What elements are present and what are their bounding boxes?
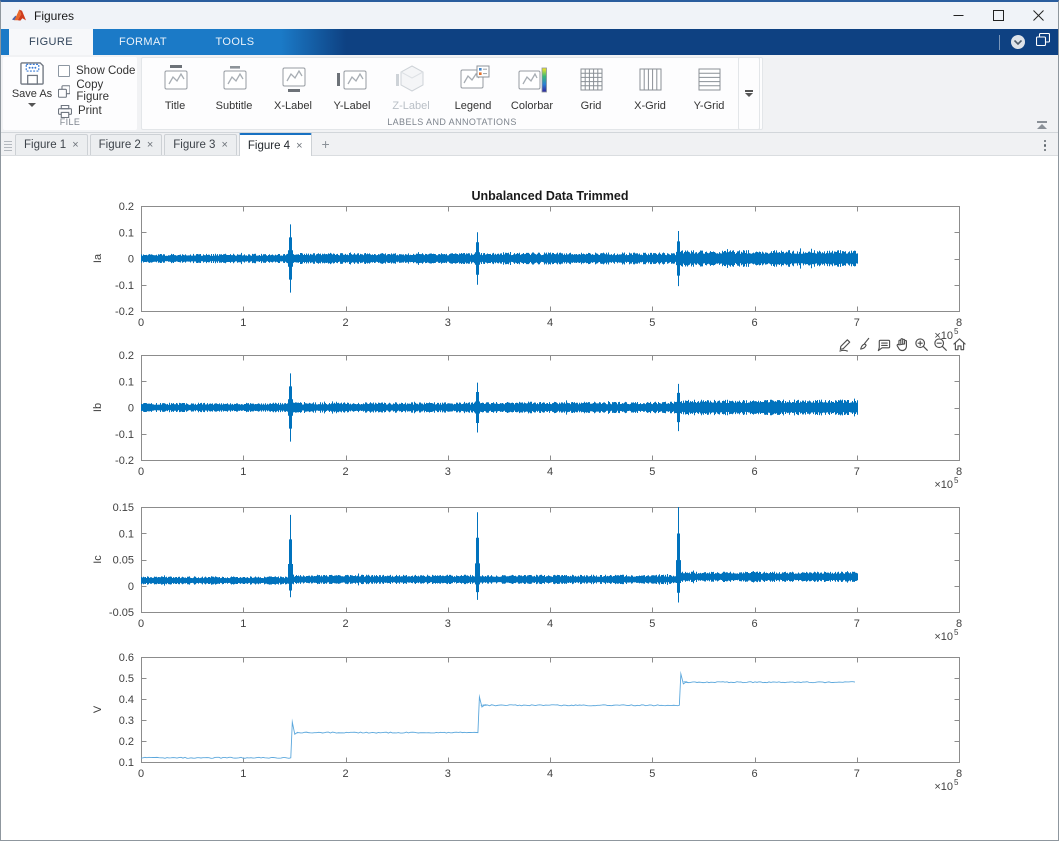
minimize-button[interactable] xyxy=(938,2,978,29)
brush-icon[interactable] xyxy=(856,336,873,353)
save-as-button[interactable]: Save As xyxy=(10,61,54,117)
subplot-v[interactable] xyxy=(81,649,981,794)
grid-button[interactable]: Grid xyxy=(562,62,620,122)
ribbon-help-chevron-icon[interactable] xyxy=(1011,35,1025,49)
x-grid-icon xyxy=(632,62,668,96)
print-label: Print xyxy=(78,105,102,117)
close-button[interactable] xyxy=(1018,2,1058,29)
add-figure-tab-button[interactable]: + xyxy=(322,136,330,152)
save-as-label: Save As xyxy=(12,88,52,100)
save-icon xyxy=(19,61,46,86)
tab-close-icon[interactable]: × xyxy=(296,140,302,152)
subplot-ib[interactable] xyxy=(81,347,981,492)
matlab-logo-icon xyxy=(11,8,27,23)
x-grid-button[interactable]: X-Grid xyxy=(621,62,679,122)
tab-close-icon[interactable]: × xyxy=(72,139,78,151)
y-grid-button[interactable]: Y-Grid xyxy=(680,62,738,122)
labels-section-label: LABELS AND ANNOTATIONS xyxy=(142,117,762,127)
title-button[interactable]: Title xyxy=(146,62,204,122)
show-code-checkbox[interactable] xyxy=(58,65,70,77)
chevron-down-icon xyxy=(745,90,753,97)
subplot-ia[interactable] xyxy=(81,198,981,343)
z-label-button: Z-Label xyxy=(382,62,440,122)
maximize-button[interactable] xyxy=(978,2,1018,29)
show-code-label: Show Code xyxy=(76,65,135,77)
print-icon xyxy=(58,105,72,118)
tab-overflow-menu[interactable] xyxy=(1044,140,1047,152)
pan-icon[interactable] xyxy=(894,336,911,353)
ribbon-tab-figure[interactable]: FIGURE xyxy=(9,29,93,55)
data-tips-icon[interactable] xyxy=(875,336,892,353)
tab-figure-2[interactable]: Figure 2 × xyxy=(90,134,163,155)
strip-separator xyxy=(999,35,1000,50)
tab-figure-4[interactable]: Figure 4 × xyxy=(239,133,312,156)
copy-figure-label: Copy Figure xyxy=(76,79,136,103)
show-code-toggle[interactable]: Show Code xyxy=(58,63,136,79)
copy-figure-button[interactable]: Copy Figure xyxy=(58,83,136,99)
x-label-button[interactable]: X-Label xyxy=(264,62,322,122)
z-label-icon xyxy=(393,62,429,96)
restore-view-icon[interactable] xyxy=(951,336,968,353)
labels-annotations-section: Title Subtitle X-Label Y-L xyxy=(141,57,763,130)
tab-grip-handle[interactable] xyxy=(4,141,12,151)
grid-icon xyxy=(573,62,609,96)
colorbar-button[interactable]: Colorbar xyxy=(503,62,561,122)
pop-out-icon[interactable] xyxy=(1036,33,1050,51)
ribbon-body: Save As Show Code Copy Figure xyxy=(1,55,1058,133)
y-grid-icon xyxy=(691,62,727,96)
figure-tab-bar: Figure 1 × Figure 2 × Figure 3 × Figure … xyxy=(1,133,1058,156)
copy-icon xyxy=(58,85,70,98)
window-titlebar: Figures xyxy=(1,2,1058,29)
labels-overflow-button[interactable] xyxy=(738,57,760,130)
zoom-in-icon[interactable] xyxy=(913,336,930,353)
subplot-ic[interactable] xyxy=(81,499,981,644)
x-label-icon xyxy=(275,62,311,96)
title-icon xyxy=(157,62,193,96)
tab-close-icon[interactable]: × xyxy=(147,139,153,151)
zoom-out-icon[interactable] xyxy=(932,336,949,353)
tab-figure-1[interactable]: Figure 1 × xyxy=(15,134,88,155)
axes-toolbar xyxy=(837,336,968,353)
subtitle-button[interactable]: Subtitle xyxy=(205,62,263,122)
figure-canvas-area: Unbalanced Data Trimmed xyxy=(1,156,1058,841)
save-as-dropdown-caret-icon[interactable] xyxy=(28,103,36,107)
colorbar-icon xyxy=(514,62,550,96)
tab-close-icon[interactable]: × xyxy=(221,139,227,151)
export-icon[interactable] xyxy=(837,336,854,353)
file-section-label: FILE xyxy=(4,117,136,127)
y-label-button[interactable]: Y-Label xyxy=(323,62,381,122)
y-label-icon xyxy=(334,62,370,96)
ribbon-tab-format[interactable]: FORMAT xyxy=(101,29,185,55)
subtitle-icon xyxy=(216,62,252,96)
legend-icon xyxy=(455,62,491,96)
window-title: Figures xyxy=(34,9,74,23)
collapse-ribbon-button[interactable] xyxy=(1034,121,1050,129)
tab-figure-3[interactable]: Figure 3 × xyxy=(164,134,237,155)
legend-button[interactable]: Legend xyxy=(444,62,502,122)
file-section: Save As Show Code Copy Figure xyxy=(3,57,137,130)
ribbon-tab-tools[interactable]: TOOLS xyxy=(193,29,277,55)
ribbon-tab-strip: FIGURE FORMAT TOOLS xyxy=(1,29,1058,55)
figures-window: Figures FIGURE FORMAT TOOLS xyxy=(0,0,1059,841)
